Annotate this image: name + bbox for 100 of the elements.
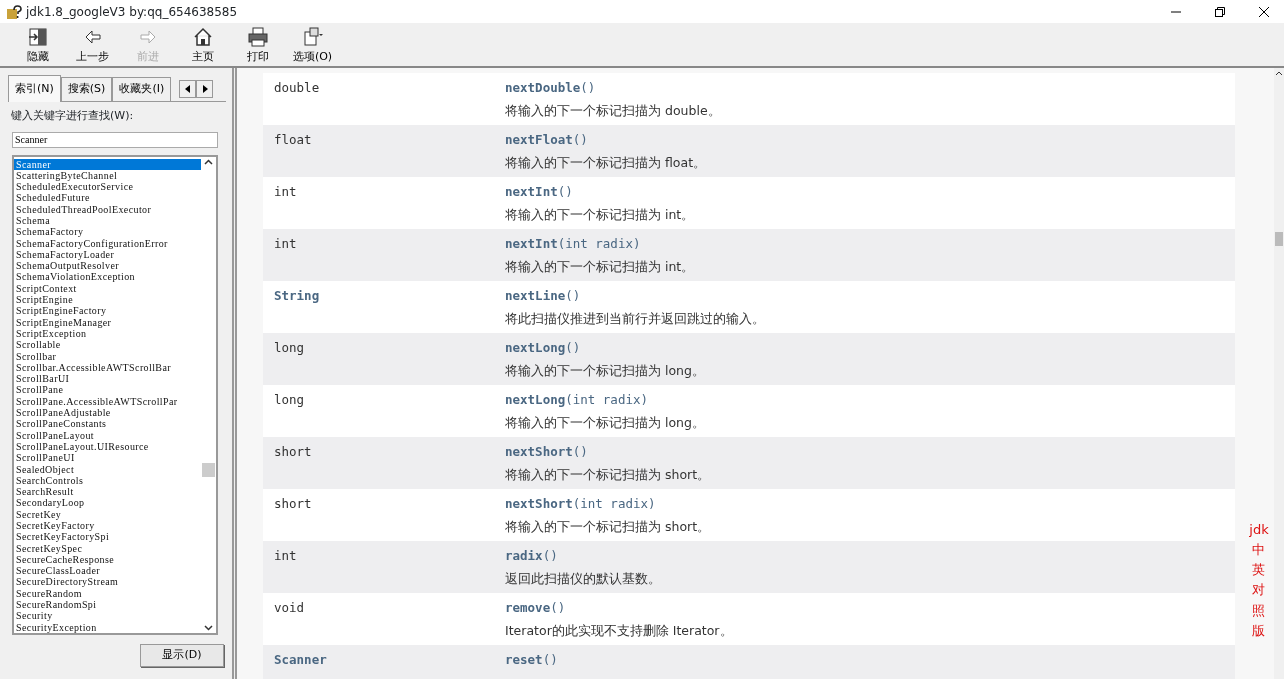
page-scrollbar[interactable]: [1274, 68, 1284, 679]
scroll-thumb[interactable]: [1275, 232, 1283, 246]
method-description: 将输入的下一个标记扫描为 double。: [505, 101, 721, 120]
method-signature[interactable]: nextInt(int radix): [505, 235, 695, 254]
toolbar-button[interactable]: 打印: [230, 26, 285, 66]
method-description: Iterator的此实现不支持删除 Iterator。: [505, 621, 733, 640]
index-item[interactable]: ScheduledThreadPoolExecutor: [14, 203, 201, 215]
method-signature[interactable]: remove(): [505, 599, 733, 618]
method-description: 将此扫描仪推进到当前行并返回跳过的输入。: [505, 309, 765, 328]
method-signature[interactable]: nextShort(): [505, 443, 711, 462]
index-item[interactable]: SchemaFactory: [14, 226, 201, 238]
tab-scroll-left-button[interactable]: [179, 80, 197, 98]
left-triangle-icon: [184, 85, 191, 93]
method-signature[interactable]: reset(): [505, 651, 558, 670]
index-item[interactable]: SchemaViolationException: [14, 271, 201, 283]
index-item[interactable]: ScrollPane.AccessibleAWTScrollPar: [14, 395, 201, 408]
index-item[interactable]: SecurityException: [14, 621, 201, 633]
index-item[interactable]: SecretKeySpec: [14, 542, 201, 554]
tab-scroll-right-button[interactable]: [196, 80, 214, 98]
toolbar-button[interactable]: 选项(O): [285, 26, 340, 66]
index-item[interactable]: SecretKeyFactorySpi: [14, 531, 201, 543]
index-item[interactable]: SchemaFactoryLoader: [14, 248, 201, 261]
return-type: double: [273, 79, 321, 97]
scroll-up-icon: [204, 158, 213, 165]
index-item[interactable]: SecretKeyFactory: [14, 520, 201, 532]
index-item[interactable]: SecretKey: [14, 508, 201, 520]
index-item[interactable]: SecureRandom: [14, 587, 201, 600]
index-item[interactable]: ScrollPaneUI: [14, 452, 201, 464]
toolbar-button[interactable]: 上一步: [65, 26, 120, 66]
options-icon: [301, 26, 324, 48]
index-item[interactable]: ScriptContext: [14, 282, 201, 295]
index-item[interactable]: Schema: [14, 215, 201, 227]
method-description: 返回此扫描仪的默认基数。: [505, 569, 661, 588]
nav-tab[interactable]: 搜索(S): [60, 77, 113, 101]
method-signature[interactable]: nextLong(int radix): [505, 391, 705, 410]
return-type: short: [273, 495, 313, 513]
index-item[interactable]: Scrollbar: [14, 350, 201, 362]
help-book-icon: [6, 3, 22, 20]
list-scrollbar[interactable]: [201, 156, 216, 633]
method-description: 将输入的下一个标记扫描为 int。: [505, 257, 695, 276]
index-item[interactable]: SearchControls: [14, 474, 201, 487]
printer-icon: [246, 26, 269, 48]
scroll-thumb[interactable]: [202, 462, 215, 477]
keyword-label: 键入关键字进行查找(W):: [11, 108, 135, 124]
method-signature[interactable]: nextInt(): [505, 183, 695, 202]
type-link[interactable]: Scanner: [263, 651, 505, 670]
type-link[interactable]: String: [263, 287, 505, 306]
index-item[interactable]: ScrollPaneAdjustable: [14, 407, 201, 419]
index-item[interactable]: ScheduledExecutorService: [14, 181, 201, 193]
method-description: 将输入的下一个标记扫描为 long。: [505, 361, 705, 380]
index-item[interactable]: ScrollPaneLayout.UIResource: [14, 440, 201, 453]
index-item[interactable]: ScriptEngineManager: [14, 316, 201, 328]
index-item[interactable]: SearchResult: [14, 486, 201, 498]
restore-icon: [1214, 5, 1226, 18]
index-item[interactable]: ScatteringByteChannel: [14, 169, 201, 182]
method-signature[interactable]: nextFloat(): [505, 131, 707, 150]
method-signature[interactable]: nextShort(int radix): [505, 495, 711, 514]
method-signature[interactable]: nextDouble(): [505, 79, 721, 98]
index-item[interactable]: SecureClassLoader: [14, 565, 201, 577]
method-description: 将输入的下一个标记扫描为 float。: [505, 153, 707, 172]
nav-tab[interactable]: 索引(N): [8, 75, 61, 102]
close-icon: [1258, 5, 1270, 18]
index-item[interactable]: ScrollPaneLayout: [14, 429, 201, 441]
side-note: jdk中英对照版: [1248, 521, 1270, 640]
index-item[interactable]: SecureDirectoryStream: [14, 576, 201, 588]
index-item[interactable]: Scrollbar.AccessibleAWTScrollBar: [14, 361, 201, 374]
method-signature[interactable]: nextLine(): [505, 287, 765, 306]
index-item[interactable]: ScriptException: [14, 327, 201, 340]
index-item[interactable]: SecureRandomSpi: [14, 599, 201, 611]
index-item[interactable]: SchemaFactoryConfigurationError: [14, 237, 201, 249]
display-button[interactable]: 显示(D): [140, 643, 224, 667]
index-item[interactable]: Scanner: [14, 158, 201, 170]
keyword-field[interactable]: Scanner: [12, 131, 218, 148]
method-description: 将输入的下一个标记扫描为 long。: [505, 413, 705, 432]
return-type: long: [273, 391, 306, 409]
scroll-down-icon: [204, 624, 213, 631]
return-type: void: [273, 599, 306, 617]
method-signature[interactable]: nextLong(): [505, 339, 705, 358]
method-signature[interactable]: radix(): [505, 547, 661, 566]
index-item[interactable]: ScrollBarUI: [14, 373, 201, 385]
return-type: int: [273, 547, 298, 565]
index-item[interactable]: SchemaOutputResolver: [14, 260, 201, 272]
index-item[interactable]: ScheduledFuture: [14, 192, 201, 204]
right-triangle-icon: [201, 85, 208, 93]
toolbar-button[interactable]: 隐藏: [10, 26, 65, 66]
index-item[interactable]: ScriptEngine: [14, 294, 201, 306]
index-item[interactable]: SecondaryLoop: [14, 497, 201, 509]
index-item[interactable]: ScrollPaneConstants: [14, 418, 201, 430]
return-type: int: [273, 235, 298, 253]
nav-tab[interactable]: 收藏夹(I): [112, 77, 172, 101]
toolbar-button[interactable]: 主页: [175, 26, 230, 66]
index-item[interactable]: ScrollPane: [14, 384, 201, 396]
scroll-up-icon: [1275, 70, 1283, 76]
index-item[interactable]: Security: [14, 610, 201, 622]
index-item[interactable]: SealedObject: [14, 463, 201, 475]
panel-icon: [26, 26, 49, 48]
index-item[interactable]: SecureCacheResponse: [14, 553, 201, 566]
return-type: short: [273, 443, 313, 461]
index-item[interactable]: ScriptEngineFactory: [14, 305, 201, 317]
index-item[interactable]: Scrollable: [14, 339, 201, 351]
